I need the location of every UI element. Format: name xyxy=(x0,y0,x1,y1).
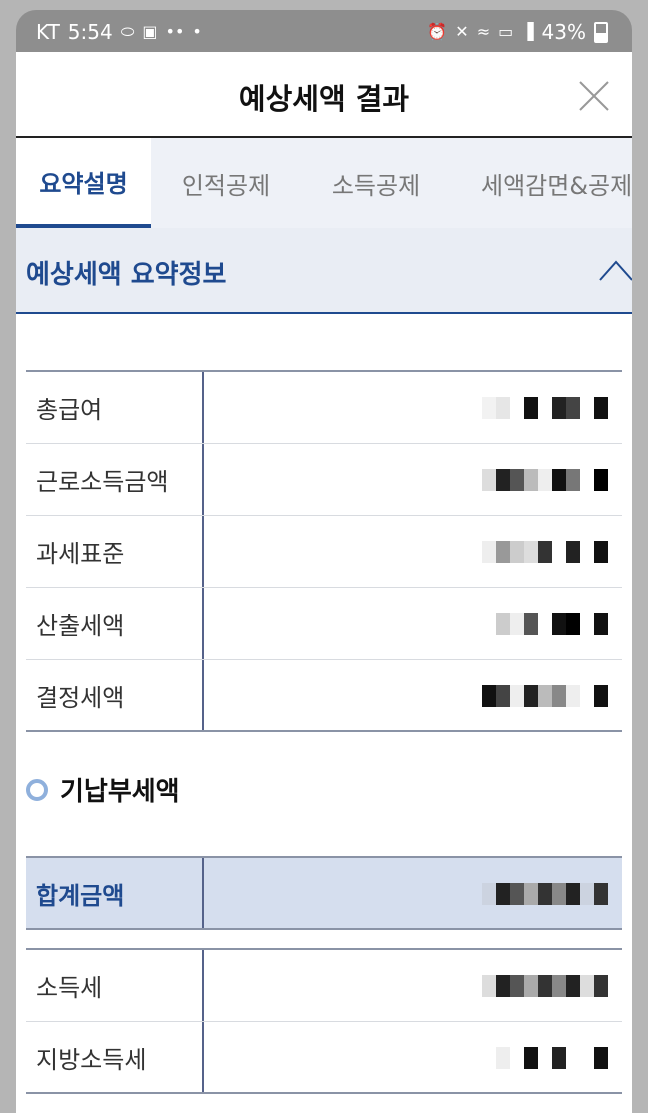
tab-summary[interactable]: 요약설명 xyxy=(16,138,151,228)
status-bar: KT 5:54 ⬭ ▣ •• • ⏰ ✕ ≈ ▭ ▐ 43% xyxy=(16,10,632,52)
masked-value xyxy=(204,588,622,659)
table-row: 지방소득세 xyxy=(26,1022,622,1094)
table-row-total: 합계금액 xyxy=(26,858,622,930)
row-label: 산출세액 xyxy=(26,588,204,659)
wifi-icon: ≈ xyxy=(476,22,491,41)
signal-icon: ▐ xyxy=(521,22,534,41)
table-row: 과세표준 xyxy=(26,516,622,588)
row-label: 지방소득세 xyxy=(26,1022,204,1092)
row-label: 결정세액 xyxy=(26,660,204,730)
table-row: 근로소득금액 xyxy=(26,444,622,516)
carrier-label: KT xyxy=(36,20,60,44)
table-row: 소득세 xyxy=(26,950,622,1022)
prepaid-tax-heading: 기납부세액 xyxy=(26,771,180,808)
alarm-icon: ⏰ xyxy=(427,22,448,41)
summary-table: 총급여 근로소득금액 과세표준 산출세액 결정세액 xyxy=(26,370,622,732)
tab-personal-deduction[interactable]: 인적공제 xyxy=(151,138,301,228)
prepaid-total-table: 합계금액 xyxy=(26,856,622,930)
steps-icon: •• xyxy=(165,22,185,41)
prepaid-detail-table: 소득세 지방소득세 xyxy=(26,948,622,1094)
row-label: 총급여 xyxy=(26,372,204,443)
prepaid-tax-title: 기납부세액 xyxy=(60,777,180,807)
table-row: 산출세액 xyxy=(26,588,622,660)
dot-icon: • xyxy=(192,22,202,41)
row-label: 과세표준 xyxy=(26,516,204,587)
summary-section-title: 예상세액 요약정보 xyxy=(26,260,227,290)
image-icon: ▣ xyxy=(142,22,158,41)
mute-icon: ✕ xyxy=(455,22,469,41)
tab-bar: 요약설명 인적공제 소득공제 세액감면&공제 xyxy=(16,138,632,228)
masked-value xyxy=(204,660,622,730)
masked-value xyxy=(204,372,622,443)
masked-value xyxy=(204,1022,622,1092)
hd-icon: ▭ xyxy=(498,22,514,41)
bullet-circle-icon xyxy=(26,778,48,801)
table-row: 결정세액 xyxy=(26,660,622,732)
result-modal: 예상세액 결과 요약설명 인적공제 소득공제 세액감면&공제 예상세액 요약정보… xyxy=(16,52,632,1113)
masked-value xyxy=(204,516,622,587)
status-left: KT 5:54 ⬭ ▣ •• • xyxy=(36,20,202,44)
masked-value xyxy=(204,858,622,928)
modal-header: 예상세액 결과 xyxy=(16,52,632,138)
close-icon[interactable] xyxy=(576,78,612,114)
row-label: 근로소득금액 xyxy=(26,444,204,515)
masked-value xyxy=(204,444,622,515)
tab-tax-credit[interactable]: 세액감면&공제 xyxy=(451,138,632,228)
summary-section-header[interactable]: 예상세액 요약정보 xyxy=(16,228,632,314)
pill-icon: ⬭ xyxy=(120,22,135,41)
table-row: 총급여 xyxy=(26,372,622,444)
tab-income-deduction[interactable]: 소득공제 xyxy=(301,138,451,228)
clock: 5:54 xyxy=(67,20,113,44)
battery-percent: 43% xyxy=(541,20,586,44)
status-right: ⏰ ✕ ≈ ▭ ▐ 43% xyxy=(427,20,608,44)
modal-title: 예상세액 결과 xyxy=(238,82,410,116)
row-label: 합계금액 xyxy=(26,858,204,928)
row-label: 소득세 xyxy=(26,950,204,1021)
masked-value xyxy=(204,950,622,1021)
chevron-up-icon[interactable] xyxy=(598,258,632,282)
battery-icon xyxy=(594,21,608,43)
